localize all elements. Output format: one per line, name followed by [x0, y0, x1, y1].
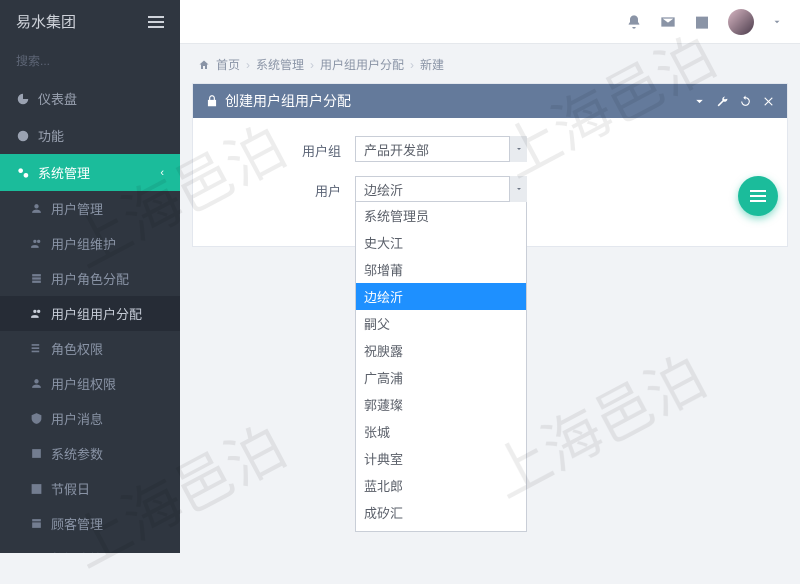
dropdown-option[interactable]: 郭蘧璨: [356, 391, 526, 418]
sidebar-item[interactable]: 顾客管理: [0, 506, 180, 541]
sidebar-item[interactable]: 角色权限: [0, 331, 180, 366]
dropdown-option[interactable]: 嗣父: [356, 310, 526, 337]
calendar-icon[interactable]: [694, 14, 710, 30]
cogs-icon: [16, 166, 30, 180]
dropdown-option[interactable]: 边绘沂: [356, 283, 526, 310]
menu-item-icon: [30, 447, 43, 460]
sidebar-item-label: 节假日: [51, 479, 90, 498]
sidebar-label: 系统管理: [38, 163, 90, 182]
dropdown-option[interactable]: 滕森榕: [356, 526, 526, 532]
dropdown-option[interactable]: 张城: [356, 418, 526, 445]
sidebar-section-sysmgmt[interactable]: 系统管理 ‹: [0, 154, 180, 191]
menu-item-icon: [30, 412, 43, 425]
form-row-group: 用户组 产品开发部: [205, 136, 775, 162]
sidebar-item[interactable]: 用户角色分配: [0, 261, 180, 296]
sidebar-label: 功能: [38, 126, 64, 145]
brand-name: 易水集团: [16, 11, 76, 32]
dropdown-option[interactable]: 邬增莆: [356, 256, 526, 283]
avatar[interactable]: [728, 9, 754, 35]
panel-title: 创建用户组用户分配: [225, 91, 351, 111]
menu-item-icon: [30, 272, 43, 285]
group-label: 用户组: [205, 136, 355, 160]
home-icon[interactable]: [198, 59, 210, 71]
sidebar-section-features[interactable]: 功能: [0, 117, 180, 154]
fab-menu-button[interactable]: [738, 176, 778, 216]
group-select[interactable]: 产品开发部: [355, 136, 527, 162]
dropdown-option[interactable]: 成矽汇: [356, 499, 526, 526]
sidebar-item[interactable]: 系统参数: [0, 436, 180, 471]
sidebar-item[interactable]: 数据库管理: [0, 541, 180, 553]
dropdown-option[interactable]: 史大江: [356, 229, 526, 256]
form-row-user: 用户 边绘沂 系统管理员史大江邬增莆边绘沂嗣父祝腴露广高浦郭蘧璨张城计典室蓝北郎…: [205, 176, 775, 202]
sidebar-item[interactable]: 节假日: [0, 471, 180, 506]
menu-item-icon: [30, 307, 43, 320]
topbar-right: [180, 9, 800, 35]
breadcrumb-item[interactable]: 系统管理: [256, 56, 304, 73]
chevron-down-icon[interactable]: [509, 136, 527, 162]
menu-item-icon: [30, 517, 43, 530]
brand-area: 易水集团: [0, 0, 180, 44]
search-row: [0, 44, 180, 80]
sidebar: 仪表盘 功能 系统管理 ‹ 用户管理用户组维护用户角色分配用户组用户分配角色权限…: [0, 44, 180, 553]
sidebar-item[interactable]: 用户组用户分配: [0, 296, 180, 331]
menu-item-icon: [30, 202, 43, 215]
panel-header: 创建用户组用户分配: [193, 84, 787, 118]
menu-toggle-icon[interactable]: [148, 16, 164, 28]
sidebar-item-label: 用户组权限: [51, 374, 116, 393]
user-select-value: 边绘沂: [364, 180, 403, 199]
bell-icon[interactable]: [626, 14, 642, 30]
chevron-down-icon[interactable]: [772, 17, 782, 27]
sidebar-item-label: 数据库管理: [51, 549, 116, 553]
dropdown-option[interactable]: 蓝北郎: [356, 472, 526, 499]
panel-tools: [693, 95, 775, 108]
chevron-down-icon[interactable]: [509, 176, 527, 202]
panel: 创建用户组用户分配 用户组 产品开发部 用户: [192, 83, 788, 247]
group-select-value: 产品开发部: [364, 140, 429, 159]
chevron-left-icon: ‹: [160, 167, 164, 179]
sidebar-item-label: 角色权限: [51, 339, 103, 358]
dropdown-option[interactable]: 祝腴露: [356, 337, 526, 364]
lock-icon: [205, 94, 219, 108]
sidebar-item-label: 用户组维护: [51, 234, 116, 253]
content-area: 首页 › 系统管理 › 用户组用户分配 › 新建 创建用户组用户分配: [180, 44, 800, 553]
dropdown-option[interactable]: 计典室: [356, 445, 526, 472]
gauge-icon: [16, 92, 30, 106]
menu-item-icon: [30, 482, 43, 495]
dropdown-option[interactable]: 系统管理员: [356, 202, 526, 229]
sidebar-item-label: 用户管理: [51, 199, 103, 218]
refresh-icon[interactable]: [739, 95, 752, 108]
user-label: 用户: [205, 176, 355, 200]
topbar: 易水集团: [0, 0, 800, 44]
breadcrumb-item[interactable]: 用户组用户分配: [320, 56, 404, 73]
user-select[interactable]: 边绘沂 系统管理员史大江邬增莆边绘沂嗣父祝腴露广高浦郭蘧璨张城计典室蓝北郎成矽汇…: [355, 176, 527, 202]
search-input[interactable]: [16, 54, 171, 68]
chevron-down-icon[interactable]: [693, 95, 706, 108]
close-icon[interactable]: [762, 95, 775, 108]
globe-icon: [16, 129, 30, 143]
sidebar-item-label: 用户角色分配: [51, 269, 129, 288]
menu-item-icon: [30, 377, 43, 390]
sidebar-item-label: 顾客管理: [51, 514, 103, 533]
menu-item-icon: [30, 237, 43, 250]
mail-icon[interactable]: [660, 14, 676, 30]
breadcrumb-current: 新建: [420, 56, 444, 73]
panel-body: 用户组 产品开发部 用户 边绘沂 系统管理员史大江邬增莆边绘沂嗣父祝腴露广高浦郭…: [193, 118, 787, 246]
sidebar-item[interactable]: 用户组维护: [0, 226, 180, 261]
dropdown-option[interactable]: 广高浦: [356, 364, 526, 391]
sidebar-item-label: 系统参数: [51, 444, 103, 463]
sidebar-item[interactable]: 用户管理: [0, 191, 180, 226]
breadcrumb: 首页 › 系统管理 › 用户组用户分配 › 新建: [180, 44, 800, 83]
menu-item-icon: [30, 342, 43, 355]
sidebar-item-label: 用户消息: [51, 409, 103, 428]
wrench-icon[interactable]: [716, 95, 729, 108]
sidebar-label: 仪表盘: [38, 89, 77, 108]
sidebar-item-label: 用户组用户分配: [51, 304, 142, 323]
sidebar-item[interactable]: 用户消息: [0, 401, 180, 436]
sidebar-section-dashboard[interactable]: 仪表盘: [0, 80, 180, 117]
breadcrumb-home[interactable]: 首页: [216, 56, 240, 73]
sidebar-item[interactable]: 用户组权限: [0, 366, 180, 401]
user-dropdown[interactable]: 系统管理员史大江邬增莆边绘沂嗣父祝腴露广高浦郭蘧璨张城计典室蓝北郎成矽汇滕森榕桑…: [355, 202, 527, 532]
